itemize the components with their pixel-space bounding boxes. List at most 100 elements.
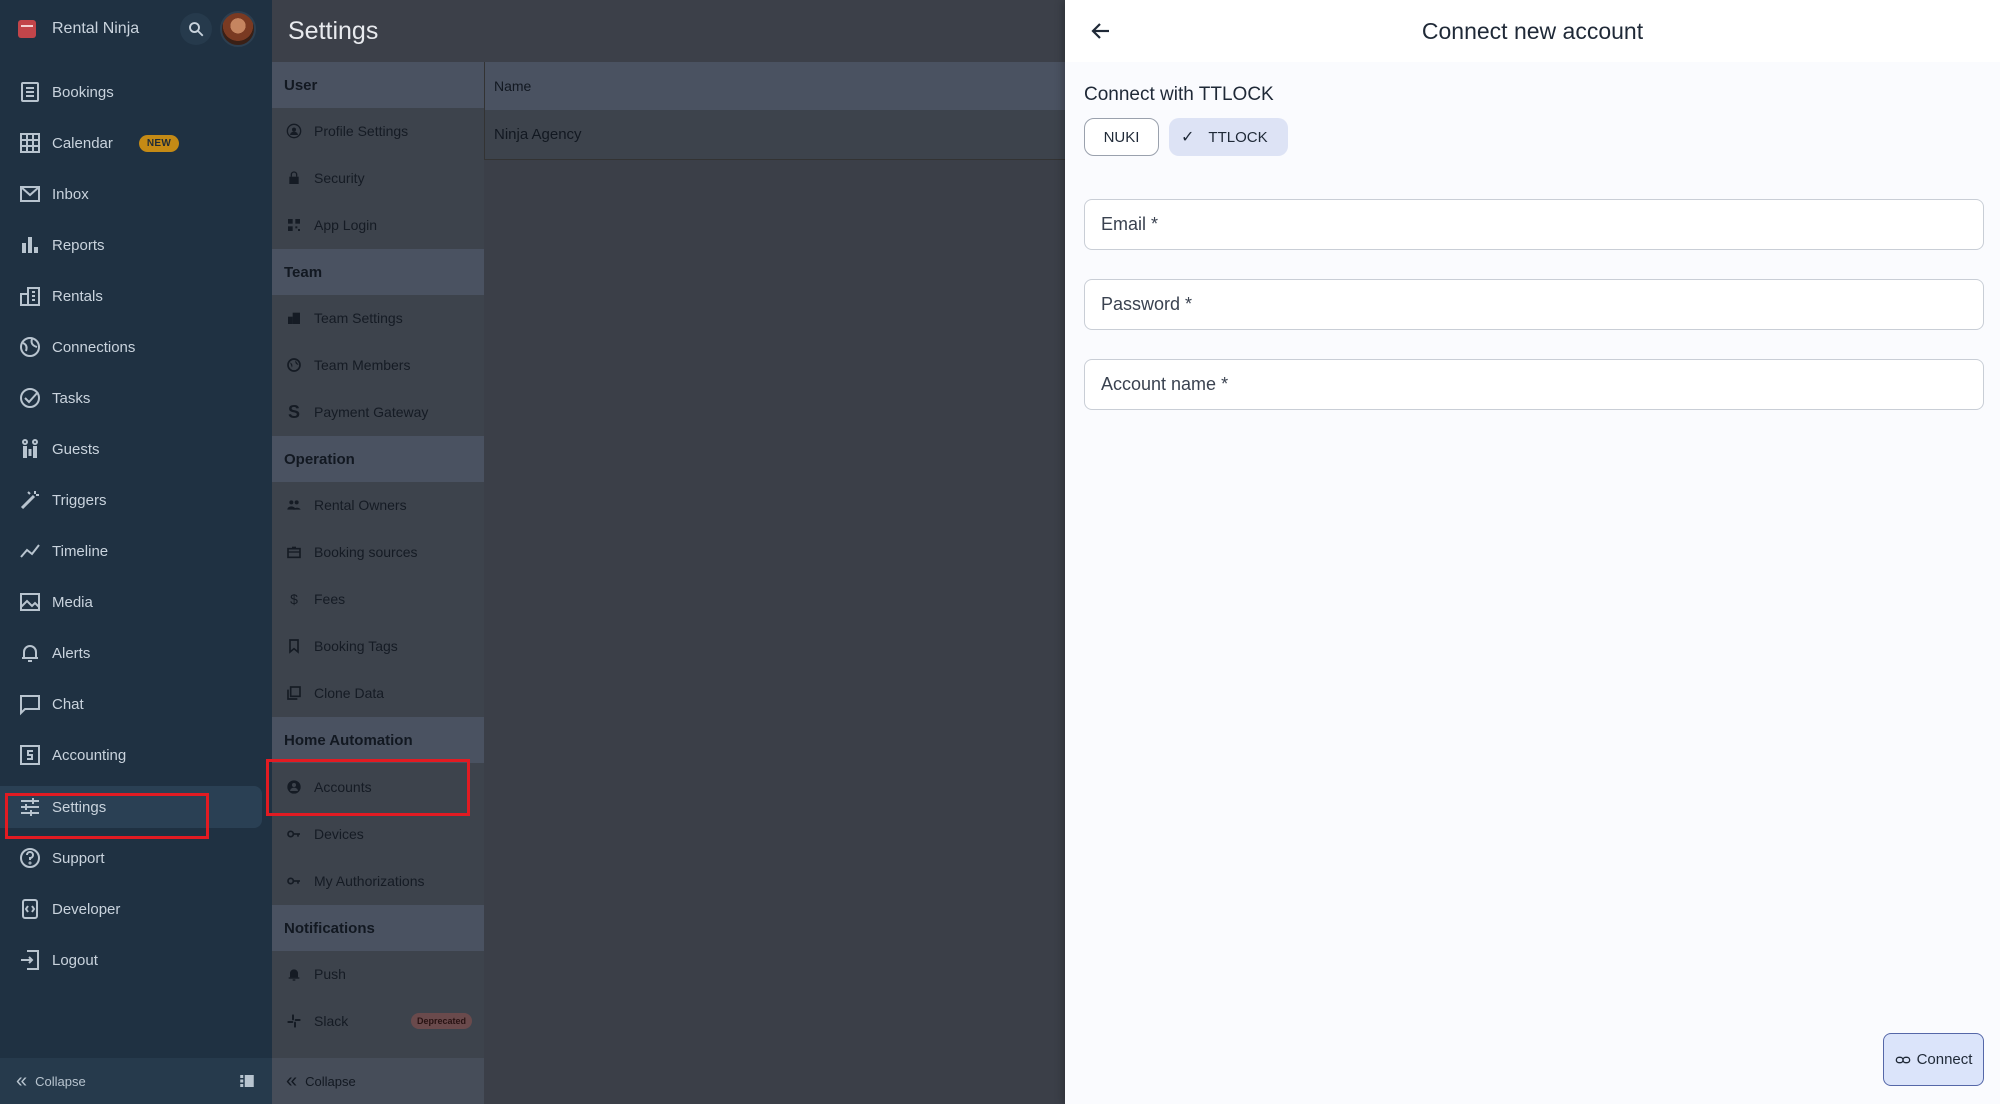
nav-item-label: Logout [52, 951, 98, 969]
nav-item-label: Timeline [52, 542, 109, 560]
sidebar-header: Rental Ninja [0, 0, 272, 58]
nav-item-label: Triggers [52, 491, 107, 509]
settings-item-slack[interactable]: Slack Deprecated [272, 998, 484, 1044]
settings-item-label: Payment Gateway [314, 404, 429, 420]
nav-item-label: Tasks [52, 389, 91, 407]
settings-item-team-members[interactable]: Team Members [272, 342, 484, 388]
nav-item-chat[interactable]: Chat [0, 683, 262, 725]
search-button[interactable] [180, 13, 212, 45]
triggers-icon [20, 491, 39, 510]
new-badge: NEW [138, 134, 180, 152]
settings-item-my-authorizations[interactable]: My Authorizations [272, 858, 484, 904]
arrow-left-icon [1091, 23, 1109, 39]
stripe-icon: S [287, 401, 300, 422]
nav-item-label: Alerts [52, 644, 91, 662]
provider-chip-ttlock[interactable]: ✓ TTLOCK [1169, 118, 1288, 156]
nav-item-rentals[interactable]: Rentals [0, 275, 262, 317]
account-name-input[interactable] [1101, 374, 1983, 395]
inbox-icon [20, 186, 40, 202]
nav-item-reports[interactable]: Reports [0, 224, 262, 266]
settings-item-label: Booking Tags [314, 638, 398, 654]
back-button[interactable] [1085, 15, 1117, 47]
nav-item-label: Bookings [52, 83, 114, 101]
nav-item-developer[interactable]: Developer [0, 888, 262, 930]
settings-item-rental-owners[interactable]: Rental Owners [272, 482, 484, 528]
nav-item-label: Calendar [52, 134, 113, 152]
guests-icon [22, 439, 38, 458]
nav-item-label: Accounting [52, 746, 127, 764]
section-header-home-automation: Home Automation [272, 717, 484, 763]
profile-icon [286, 123, 302, 139]
nav-item-bookings[interactable]: Bookings [0, 71, 262, 113]
check-icon: ✓ [1181, 129, 1195, 146]
nav-item-settings[interactable]: Settings [0, 786, 262, 828]
user-avatar[interactable] [220, 11, 256, 47]
settings-item-profile-settings[interactable]: Profile Settings [272, 108, 484, 154]
settings-item-booking-tags[interactable]: Booking Tags [272, 623, 484, 669]
media-icon [20, 593, 40, 611]
settings-item-fees[interactable]: $ Fees [272, 576, 484, 622]
list-toggle-icon[interactable] [238, 1072, 256, 1090]
nav-item-accounting[interactable]: Accounting [0, 734, 262, 776]
password-input[interactable] [1101, 294, 1983, 315]
nav-item-label: Inbox [52, 185, 89, 203]
sidebar-collapse-button[interactable]: « Collapse [0, 1058, 272, 1104]
settings-item-label: Security [314, 170, 365, 186]
nav-item-media[interactable]: Media [0, 581, 262, 623]
settings-item-push[interactable]: Push [272, 951, 484, 997]
app-name: Rental Ninja [52, 20, 140, 37]
nav-item-label: Developer [52, 900, 121, 918]
section-header-team: Team [272, 249, 484, 295]
collapse-label: Collapse [305, 1073, 356, 1089]
table-row[interactable]: Ninja Agency [484, 110, 1065, 160]
settings-item-security[interactable]: Security [272, 155, 484, 201]
nav-item-triggers[interactable]: Triggers [0, 479, 262, 521]
nav-item-label: Support [52, 849, 105, 867]
bookings-icon [21, 82, 39, 102]
settings-item-label: Rental Owners [314, 497, 407, 513]
search-icon [189, 22, 204, 37]
settings-item-label: Slack [314, 1013, 349, 1029]
nav-item-calendar[interactable]: Calendar NEW [0, 122, 262, 164]
settings-item-payment-gateway[interactable]: S Payment Gateway [272, 389, 484, 435]
settings-item-label: Push [314, 966, 346, 982]
nav-item-alerts[interactable]: Alerts [0, 632, 262, 674]
nav-item-tasks[interactable]: Tasks [0, 377, 262, 419]
nav-item-label: Media [52, 593, 93, 611]
settings-item-team-settings[interactable]: Team Settings [272, 295, 484, 341]
link-icon [1895, 1056, 1910, 1063]
bookmark-icon [286, 638, 302, 654]
provider-chip-nuki[interactable]: NUKI [1084, 118, 1159, 156]
connections-icon [20, 337, 40, 357]
nav-item-timeline[interactable]: Timeline [0, 530, 262, 572]
settings-item-devices[interactable]: Devices [272, 811, 484, 857]
settings-item-label: Booking sources [314, 544, 418, 560]
settings-item-label: My Authorizations [314, 873, 425, 889]
table-header-name[interactable]: Name [484, 62, 1065, 110]
settings-item-accounts[interactable]: Accounts [272, 764, 484, 810]
settings-item-label: App Login [314, 217, 378, 233]
settings-item-clone-data[interactable]: Clone Data [272, 670, 484, 716]
account-circle-icon [286, 779, 302, 795]
nav-item-guests[interactable]: Guests [0, 428, 262, 470]
nav-item-logout[interactable]: Logout [0, 939, 262, 981]
building-icon [286, 310, 302, 326]
nav-item-connections[interactable]: Connections [0, 326, 262, 368]
account-name-field[interactable] [1084, 359, 1984, 410]
nav-item-label: Guests [52, 440, 100, 458]
clone-icon [286, 685, 302, 701]
settings-collapse-button[interactable]: « Collapse [272, 1058, 484, 1104]
nav-item-inbox[interactable]: Inbox [0, 173, 262, 215]
email-field[interactable] [1084, 199, 1984, 250]
section-header-user: User [272, 62, 484, 108]
settings-icon [21, 798, 39, 816]
nav-item-label: Rentals [52, 287, 103, 305]
settings-item-app-login[interactable]: App Login [272, 202, 484, 248]
nav-item-support[interactable]: Support [0, 837, 262, 879]
email-input[interactable] [1101, 214, 1983, 235]
qr-icon [286, 217, 302, 233]
chip-label: TTLOCK [1208, 128, 1268, 146]
password-field[interactable] [1084, 279, 1984, 330]
settings-item-booking-sources[interactable]: Booking sources [272, 529, 484, 575]
connect-button[interactable]: Connect [1883, 1033, 1984, 1086]
